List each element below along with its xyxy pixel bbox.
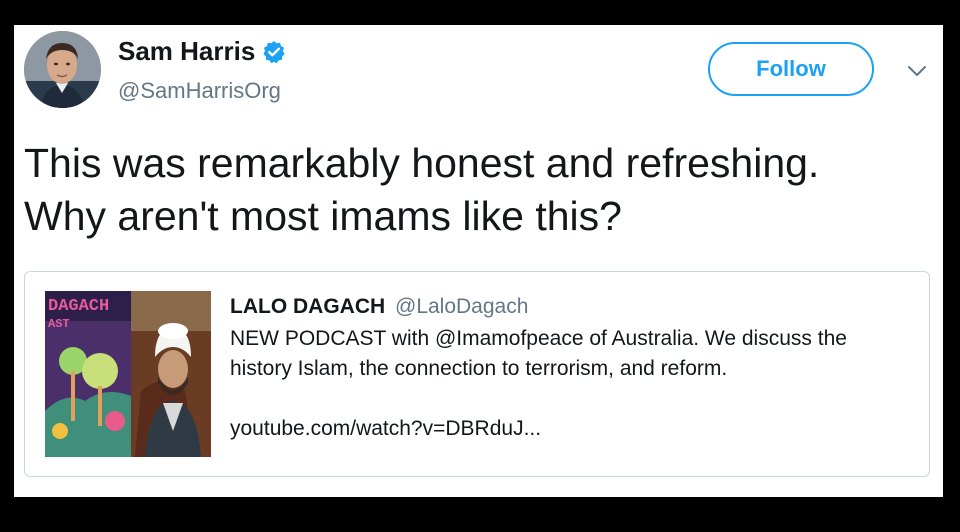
quoted-tweet-text: NEW PODCAST with @Imamofpeace of Austral… — [230, 324, 910, 384]
quoted-author-handle[interactable]: @LaloDagach — [395, 295, 528, 318]
quoted-tweet-thumbnail[interactable]: DAGACH AST — [45, 291, 211, 457]
verified-badge-icon — [262, 40, 286, 64]
thumbnail-title-text: DAGACH — [48, 297, 109, 316]
quoted-text-line: history Islam, the connection to terrori… — [230, 357, 728, 380]
follow-button[interactable]: Follow — [708, 42, 874, 96]
tweet-text: This was remarkably honest and refreshin… — [24, 137, 924, 243]
author-avatar[interactable] — [24, 31, 101, 108]
tweet-card: Sam Harris @SamHarrisOrg Follow This was… — [14, 25, 943, 497]
author-handle[interactable]: @SamHarrisOrg — [118, 78, 281, 104]
tweet-text-line: This was remarkably honest and refreshin… — [24, 140, 820, 186]
quoted-tweet-header: LALO DAGACH @LaloDagach — [230, 292, 910, 322]
author-name-text: Sam Harris — [118, 36, 256, 66]
author-display-name[interactable]: Sam Harris — [118, 36, 286, 67]
tweet-text-line: Why aren't most imams like this? — [24, 193, 622, 239]
thumbnail-subtitle-text: AST — [48, 317, 70, 331]
chevron-down-icon[interactable] — [906, 63, 928, 79]
quoted-tweet-body: LALO DAGACH @LaloDagach NEW PODCAST with… — [230, 292, 910, 444]
quoted-tweet-link[interactable]: youtube.com/watch?v=DBRduJ... — [230, 414, 910, 444]
quoted-tweet-card[interactable]: DAGACH AST LALO DAGACH @LaloDagach NEW P… — [24, 271, 930, 477]
quoted-author-name[interactable]: LALO DAGACH — [230, 295, 385, 318]
quoted-text-line: NEW PODCAST with @Imamofpeace of Austral… — [230, 327, 847, 350]
